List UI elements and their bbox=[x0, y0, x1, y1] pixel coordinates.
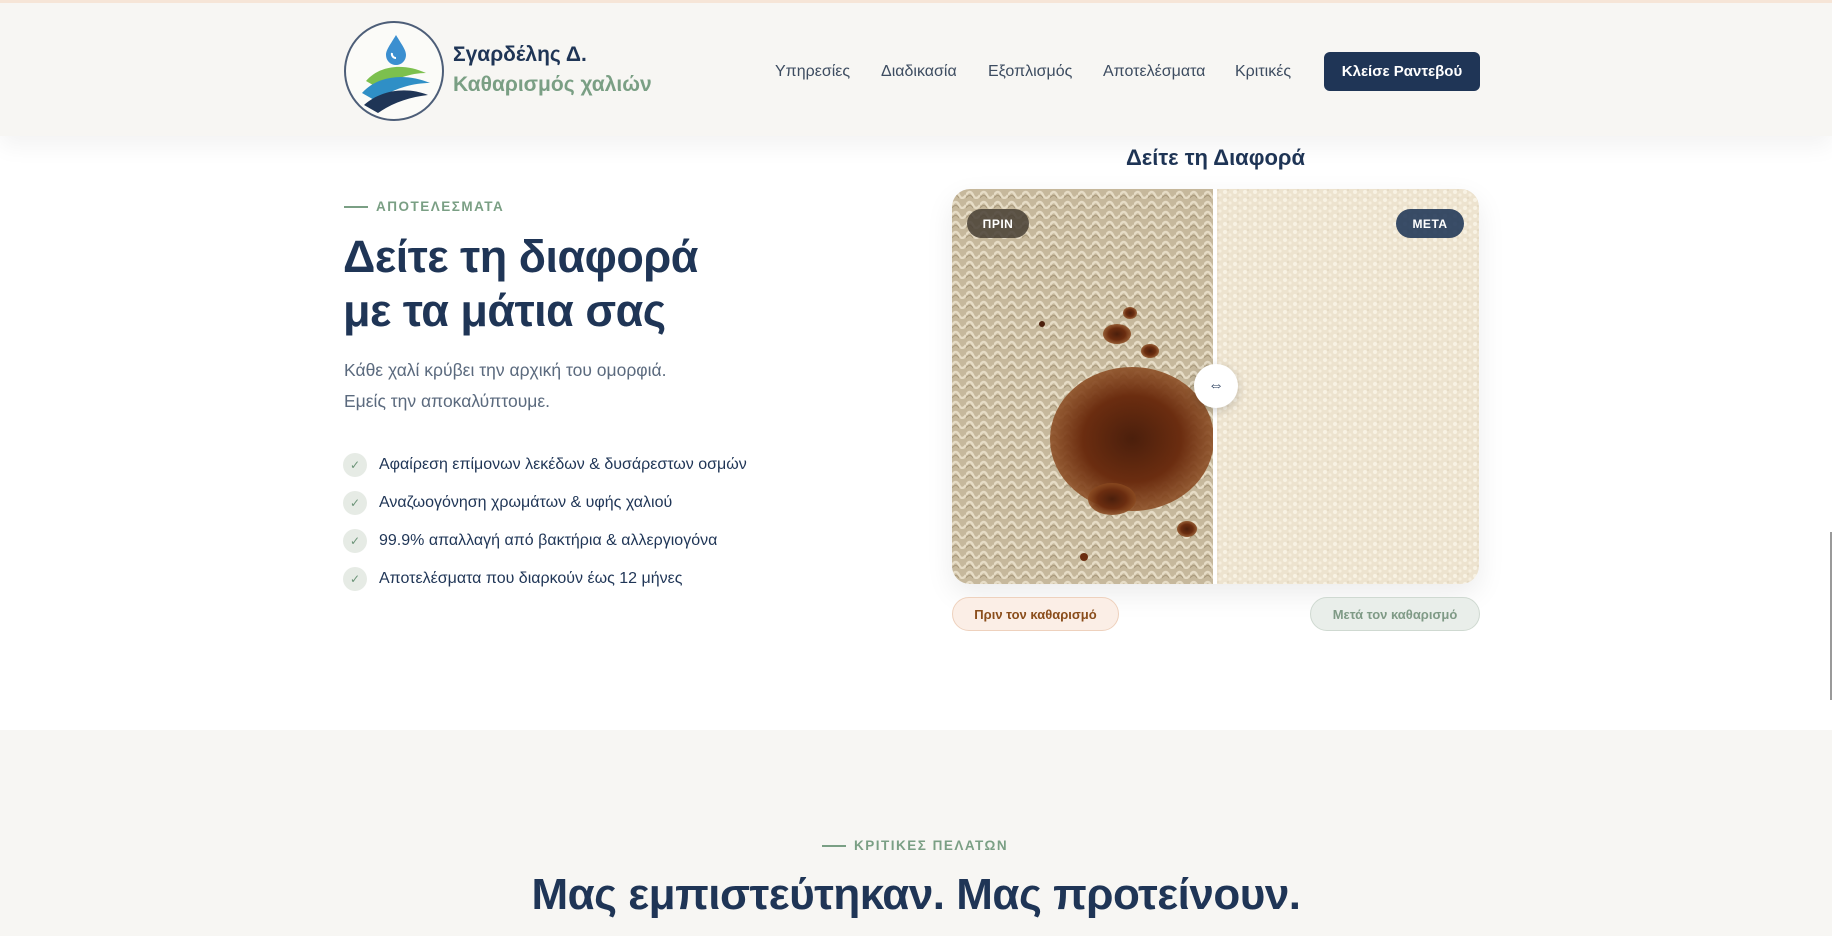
check-icon: ✓ bbox=[343, 453, 367, 477]
reviews-section: ΚΡΙΤΙΚΕΣ ΠΕΛΑΤΩΝ Μας εμπιστεύτηκαν. Μας … bbox=[0, 730, 1832, 936]
nav-item-equipment[interactable]: Εξοπλισμός bbox=[988, 63, 1072, 81]
reviews-title: Μας εμπιστεύτηκαν. Μας προτείνουν. bbox=[531, 870, 1301, 919]
nav-item-reviews[interactable]: Κριτικές bbox=[1235, 63, 1291, 81]
before-badge: ΠΡΙΝ bbox=[967, 209, 1029, 238]
eyebrow-line bbox=[344, 205, 368, 208]
results-eyebrow-text: ΑΠΟΤΕΛΕΣΜΑΤΑ bbox=[376, 199, 505, 214]
nav-item-results[interactable]: Αποτελέσματα bbox=[1103, 63, 1205, 81]
feature-text: Αφαίρεση επίμονων λεκέδων & δυσάρεστων ο… bbox=[379, 456, 747, 473]
check-icon: ✓ bbox=[343, 567, 367, 591]
eyebrow-line bbox=[822, 844, 846, 847]
results-lead-line1: Κάθε χαλί κρύβει την αρχική του ομορφιά. bbox=[344, 360, 667, 380]
feature-item: ✓ Αναζωογόνηση χρωμάτων & υφής χαλιού bbox=[343, 484, 747, 522]
results-eyebrow: ΑΠΟΤΕΛΕΣΜΑΤΑ bbox=[344, 199, 504, 214]
site-header: Σγαρδέλης Δ. Καθαρισμός χαλιών Υπηρεσίες… bbox=[0, 0, 1832, 136]
feature-item: ✓ 99.9% απαλλαγή από βακτήρια & αλλεργιο… bbox=[343, 522, 747, 560]
reviews-eyebrow-text: ΚΡΙΤΙΚΕΣ ΠΕΛΑΤΩΝ bbox=[854, 838, 1009, 853]
results-title-line2: με τα μάτια σας bbox=[343, 285, 666, 336]
after-badge: ΜΕΤΑ bbox=[1396, 209, 1464, 238]
after-caption[interactable]: Μετά τον καθαρισμό bbox=[1310, 597, 1480, 631]
check-icon: ✓ bbox=[343, 491, 367, 515]
compare-title: Δείτε τη Διαφορά bbox=[1125, 145, 1306, 170]
feature-item: ✓ Αποτελέσματα που διαρκούν έως 12 μήνες bbox=[343, 560, 747, 598]
results-lead: Κάθε χαλί κρύβει την αρχική του ομορφιά.… bbox=[344, 355, 667, 417]
brand-tagline: Καθαρισμός χαλιών bbox=[453, 73, 652, 96]
check-icon: ✓ bbox=[343, 529, 367, 553]
logo-icon[interactable] bbox=[344, 21, 444, 121]
results-title: Δείτε τη διαφορά με τα μάτια σας bbox=[343, 230, 698, 338]
feature-list: ✓ Αφαίρεση επίμονων λεκέδων & δυσάρεστων… bbox=[343, 446, 747, 598]
feature-text: Αποτελέσματα που διαρκούν έως 12 μήνες bbox=[379, 570, 683, 587]
brand-name[interactable]: Σγαρδέλης Δ. bbox=[453, 43, 587, 67]
nav-item-services[interactable]: Υπηρεσίες bbox=[775, 63, 850, 81]
reviews-eyebrow: ΚΡΙΤΙΚΕΣ ΠΕΛΑΤΩΝ bbox=[822, 838, 1008, 853]
results-title-line1: Δείτε τη διαφορά bbox=[343, 231, 698, 282]
feature-text: 99.9% απαλλαγή από βακτήρια & αλλεργιογό… bbox=[379, 532, 718, 549]
feature-text: Αναζωογόνηση χρωμάτων & υφής χαλιού bbox=[379, 494, 673, 511]
results-lead-line2: Εμείς την αποκαλύπτουμε. bbox=[344, 391, 551, 411]
nav-item-process[interactable]: Διαδικασία bbox=[881, 63, 957, 81]
before-caption[interactable]: Πριν τον καθαρισμό bbox=[952, 597, 1119, 631]
book-appointment-button[interactable]: Κλείσε Ραντεβού bbox=[1324, 52, 1480, 91]
feature-item: ✓ Αφαίρεση επίμονων λεκέδων & δυσάρεστων… bbox=[343, 446, 747, 484]
slider-handle-icon[interactable]: ⇔ bbox=[1194, 364, 1238, 408]
before-after-slider[interactable]: ΠΡΙΝ ΜΕΤΑ ⇔ bbox=[952, 189, 1479, 584]
